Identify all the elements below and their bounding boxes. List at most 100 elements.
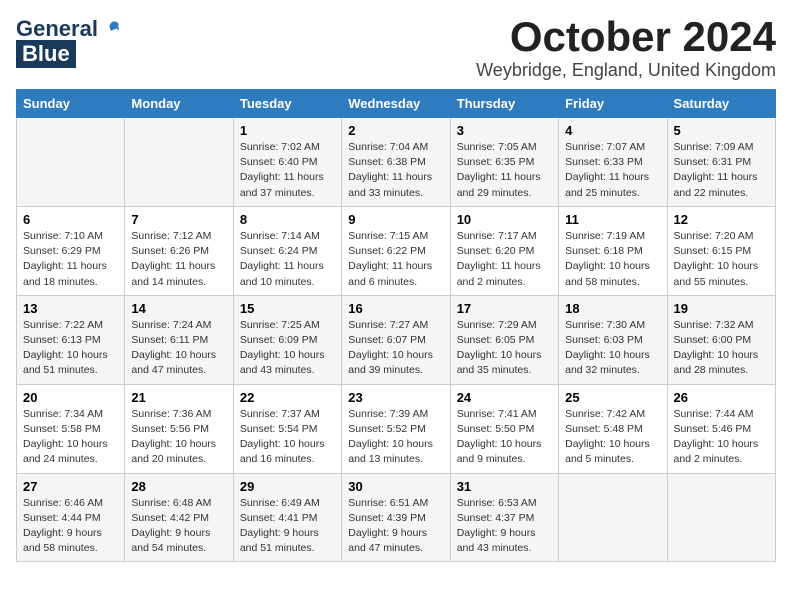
day-number: 18 [565, 301, 660, 316]
day-info: Sunrise: 7:09 AM Sunset: 6:31 PM Dayligh… [674, 140, 769, 201]
week-row-2: 6 Sunrise: 7:10 AM Sunset: 6:29 PM Daylig… [17, 206, 776, 295]
calendar-cell: 17 Sunrise: 7:29 AM Sunset: 6:05 PM Dayli… [450, 295, 558, 384]
logo-general: General [16, 16, 98, 42]
day-number: 10 [457, 212, 552, 227]
calendar-cell [17, 118, 125, 207]
logo: General Blue [16, 16, 122, 68]
day-number: 1 [240, 123, 335, 138]
calendar-cell: 25Sunrise: 7:42 AM Sunset: 5:48 PM Dayli… [559, 384, 667, 473]
day-info: Sunrise: 7:10 AM Sunset: 6:29 PM Dayligh… [23, 229, 118, 290]
calendar-cell: 4Sunrise: 7:07 AM Sunset: 6:33 PM Daylig… [559, 118, 667, 207]
title-block: October 2024 Weybridge, England, United … [476, 16, 776, 81]
calendar-cell [559, 473, 667, 562]
header-row: SundayMondayTuesdayWednesdayThursdayFrid… [17, 90, 776, 118]
day-info: Sunrise: 7:39 AM Sunset: 5:52 PM Dayligh… [348, 407, 443, 468]
week-row-4: 20 Sunrise: 7:34 AM Sunset: 5:58 PM Dayli… [17, 384, 776, 473]
calendar-table: SundayMondayTuesdayWednesdayThursdayFrid… [16, 89, 776, 562]
calendar-cell: 18 Sunrise: 7:30 AM Sunset: 6:03 PM Dayli… [559, 295, 667, 384]
calendar-cell: 11 Sunrise: 7:19 AM Sunset: 6:18 PM Dayli… [559, 206, 667, 295]
day-number: 17 [457, 301, 552, 316]
day-info: Sunrise: 7:04 AM Sunset: 6:38 PM Dayligh… [348, 140, 443, 201]
day-info: Sunrise: 7:20 AM Sunset: 6:15 PM Dayligh… [674, 229, 769, 290]
day-info: Sunrise: 7:37 AM Sunset: 5:54 PM Dayligh… [240, 407, 335, 468]
day-number: 24 [457, 390, 552, 405]
calendar-cell: 2 Sunrise: 7:04 AM Sunset: 6:38 PM Daylig… [342, 118, 450, 207]
logo-blue-text: Blue [16, 40, 76, 68]
calendar-cell: 19Sunrise: 7:32 AM Sunset: 6:00 PM Dayli… [667, 295, 775, 384]
day-number: 8 [240, 212, 335, 227]
day-info: Sunrise: 7:27 AM Sunset: 6:07 PM Dayligh… [348, 318, 443, 379]
day-info: Sunrise: 7:34 AM Sunset: 5:58 PM Dayligh… [23, 407, 118, 468]
week-row-1: 1Sunrise: 7:02 AM Sunset: 6:40 PM Daylig… [17, 118, 776, 207]
day-info: Sunrise: 7:25 AM Sunset: 6:09 PM Dayligh… [240, 318, 335, 379]
day-number: 28 [131, 479, 226, 494]
day-number: 29 [240, 479, 335, 494]
weekday-header-tuesday: Tuesday [233, 90, 341, 118]
day-info: Sunrise: 6:53 AM Sunset: 4:37 PM Dayligh… [457, 496, 552, 557]
calendar-cell: 23 Sunrise: 7:39 AM Sunset: 5:52 PM Dayli… [342, 384, 450, 473]
calendar-cell: 9 Sunrise: 7:15 AM Sunset: 6:22 PM Daylig… [342, 206, 450, 295]
day-number: 11 [565, 212, 660, 227]
day-info: Sunrise: 7:15 AM Sunset: 6:22 PM Dayligh… [348, 229, 443, 290]
weekday-header-thursday: Thursday [450, 90, 558, 118]
month-title: October 2024 [476, 16, 776, 58]
day-info: Sunrise: 7:05 AM Sunset: 6:35 PM Dayligh… [457, 140, 552, 201]
day-number: 23 [348, 390, 443, 405]
week-row-5: 27 Sunrise: 6:46 AM Sunset: 4:44 PM Dayli… [17, 473, 776, 562]
day-number: 31 [457, 479, 552, 494]
calendar-cell: 15 Sunrise: 7:25 AM Sunset: 6:09 PM Dayli… [233, 295, 341, 384]
weekday-header-saturday: Saturday [667, 90, 775, 118]
day-number: 5 [674, 123, 769, 138]
calendar-cell: 27 Sunrise: 6:46 AM Sunset: 4:44 PM Dayli… [17, 473, 125, 562]
calendar-cell: 13Sunrise: 7:22 AM Sunset: 6:13 PM Dayli… [17, 295, 125, 384]
calendar-cell: 29 Sunrise: 6:49 AM Sunset: 4:41 PM Dayli… [233, 473, 341, 562]
day-info: Sunrise: 7:12 AM Sunset: 6:26 PM Dayligh… [131, 229, 226, 290]
day-info: Sunrise: 7:32 AM Sunset: 6:00 PM Dayligh… [674, 318, 769, 379]
calendar-cell [125, 118, 233, 207]
day-number: 30 [348, 479, 443, 494]
day-info: Sunrise: 6:46 AM Sunset: 4:44 PM Dayligh… [23, 496, 118, 557]
day-info: Sunrise: 7:17 AM Sunset: 6:20 PM Dayligh… [457, 229, 552, 290]
day-number: 6 [23, 212, 118, 227]
day-number: 7 [131, 212, 226, 227]
calendar-cell: 20 Sunrise: 7:34 AM Sunset: 5:58 PM Dayli… [17, 384, 125, 473]
day-number: 13 [23, 301, 118, 316]
page-header: General Blue October 2024 Weybridge, Eng… [16, 16, 776, 81]
day-number: 22 [240, 390, 335, 405]
day-number: 27 [23, 479, 118, 494]
calendar-cell: 30 Sunrise: 6:51 AM Sunset: 4:39 PM Dayli… [342, 473, 450, 562]
calendar-cell: 28Sunrise: 6:48 AM Sunset: 4:42 PM Dayli… [125, 473, 233, 562]
calendar-cell: 12 Sunrise: 7:20 AM Sunset: 6:15 PM Dayli… [667, 206, 775, 295]
day-number: 9 [348, 212, 443, 227]
weekday-header-wednesday: Wednesday [342, 90, 450, 118]
day-number: 12 [674, 212, 769, 227]
location-text: Weybridge, England, United Kingdom [476, 60, 776, 81]
day-number: 3 [457, 123, 552, 138]
day-info: Sunrise: 7:41 AM Sunset: 5:50 PM Dayligh… [457, 407, 552, 468]
day-number: 2 [348, 123, 443, 138]
day-info: Sunrise: 7:19 AM Sunset: 6:18 PM Dayligh… [565, 229, 660, 290]
day-number: 21 [131, 390, 226, 405]
day-info: Sunrise: 6:51 AM Sunset: 4:39 PM Dayligh… [348, 496, 443, 557]
calendar-cell: 14Sunrise: 7:24 AM Sunset: 6:11 PM Dayli… [125, 295, 233, 384]
calendar-cell: 24 Sunrise: 7:41 AM Sunset: 5:50 PM Dayli… [450, 384, 558, 473]
weekday-header-sunday: Sunday [17, 90, 125, 118]
day-info: Sunrise: 6:49 AM Sunset: 4:41 PM Dayligh… [240, 496, 335, 557]
day-number: 15 [240, 301, 335, 316]
calendar-cell: 31 Sunrise: 6:53 AM Sunset: 4:37 PM Dayli… [450, 473, 558, 562]
weekday-header-monday: Monday [125, 90, 233, 118]
day-number: 14 [131, 301, 226, 316]
day-number: 16 [348, 301, 443, 316]
calendar-cell [667, 473, 775, 562]
day-number: 26 [674, 390, 769, 405]
weekday-header-friday: Friday [559, 90, 667, 118]
day-info: Sunrise: 7:36 AM Sunset: 5:56 PM Dayligh… [131, 407, 226, 468]
calendar-cell: 7 Sunrise: 7:12 AM Sunset: 6:26 PM Daylig… [125, 206, 233, 295]
day-info: Sunrise: 7:30 AM Sunset: 6:03 PM Dayligh… [565, 318, 660, 379]
week-row-3: 13Sunrise: 7:22 AM Sunset: 6:13 PM Dayli… [17, 295, 776, 384]
calendar-cell: 3 Sunrise: 7:05 AM Sunset: 6:35 PM Daylig… [450, 118, 558, 207]
day-number: 20 [23, 390, 118, 405]
logo-bird-icon [100, 18, 122, 40]
day-info: Sunrise: 7:29 AM Sunset: 6:05 PM Dayligh… [457, 318, 552, 379]
day-number: 4 [565, 123, 660, 138]
